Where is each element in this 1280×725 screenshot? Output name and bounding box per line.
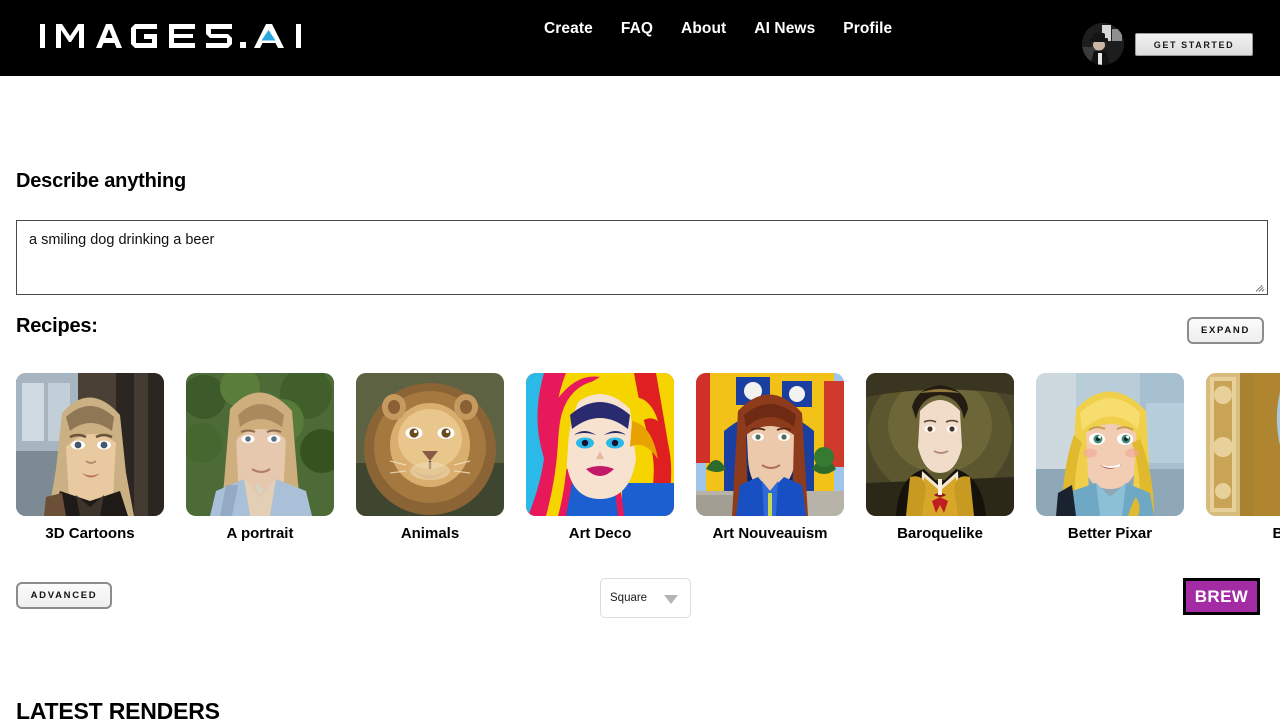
nav-item-ai-news[interactable]: AI News [754, 20, 815, 38]
recipe-image-icon [1206, 373, 1280, 516]
recipe-thumbnail-bi[interactable] [1206, 373, 1280, 516]
recipe-card[interactable]: Art Nouveauism [696, 373, 844, 542]
site-header: Create FAQ About AI News Profile GET STA… [0, 0, 1280, 76]
nav-item-about[interactable]: About [681, 20, 726, 38]
recipe-thumbnail-animals[interactable] [356, 373, 504, 516]
recipe-card[interactable]: Art Deco [526, 373, 674, 542]
get-started-button[interactable]: GET STARTED [1135, 33, 1253, 56]
latest-renders-title: LATEST RENDERS [16, 698, 220, 724]
brew-button[interactable]: BREW [1183, 578, 1260, 615]
prompt-input[interactable] [16, 220, 1268, 295]
recipe-image-icon [356, 373, 504, 516]
recipe-card[interactable]: Baroquelike [866, 373, 1014, 542]
recipe-image-icon [866, 373, 1014, 516]
recipe-label: Art Deco [568, 525, 632, 542]
recipe-image-icon [526, 373, 674, 516]
recipe-card[interactable]: Bi [1206, 373, 1280, 542]
recipe-thumbnail-a-portrait[interactable] [186, 373, 334, 516]
nav-item-profile[interactable]: Profile [843, 20, 892, 38]
recipe-image-icon [1036, 373, 1184, 516]
avatar[interactable] [1082, 23, 1124, 65]
advanced-button[interactable]: ADVANCED [16, 582, 112, 609]
recipe-image-icon [186, 373, 334, 516]
site-logo[interactable] [38, 14, 328, 58]
recipe-card[interactable]: A portrait [186, 373, 334, 542]
recipe-label: Better Pixar [1067, 525, 1153, 542]
recipe-thumbnail-art-deco[interactable] [526, 373, 674, 516]
nav-item-create[interactable]: Create [544, 20, 593, 38]
recipe-thumbnail-3d-cartoons[interactable] [16, 373, 164, 516]
recipe-label: Art Nouveauism [712, 525, 828, 542]
recipe-image-icon [696, 373, 844, 516]
main-navigation: Create FAQ About AI News Profile [544, 20, 892, 38]
recipe-card[interactable]: Better Pixar [1036, 373, 1184, 542]
recipe-thumbnail-art-nouveauism[interactable] [696, 373, 844, 516]
recipe-card[interactable]: 3D Cartoons [16, 373, 164, 542]
recipe-label: Animals [400, 525, 460, 542]
recipe-thumbnail-baroquelike[interactable] [866, 373, 1014, 516]
recipes-carousel[interactable]: 3D Cartoons A portrait Animals Art Deco … [16, 373, 1280, 543]
nav-item-faq[interactable]: FAQ [621, 20, 653, 38]
recipe-label: Baroquelike [897, 525, 983, 542]
recipe-thumbnail-better-pixar[interactable] [1036, 373, 1184, 516]
aspect-ratio-value: Square [610, 592, 648, 604]
recipe-card[interactable]: Animals [356, 373, 504, 542]
recipe-label: A portrait [226, 525, 294, 542]
recipes-title: Recipes: [16, 315, 98, 337]
expand-button[interactable]: EXPAND [1187, 317, 1264, 344]
recipe-label: Bi [1272, 525, 1280, 542]
avatar-photo-icon [1082, 23, 1124, 65]
aspect-ratio-select[interactable]: Square [600, 578, 691, 618]
recipe-image-icon [16, 373, 164, 516]
recipe-label: 3D Cartoons [45, 525, 135, 542]
chevron-down-icon [664, 595, 678, 604]
logo-wordmark-icon [40, 24, 301, 48]
page-title: Describe anything [16, 170, 186, 192]
